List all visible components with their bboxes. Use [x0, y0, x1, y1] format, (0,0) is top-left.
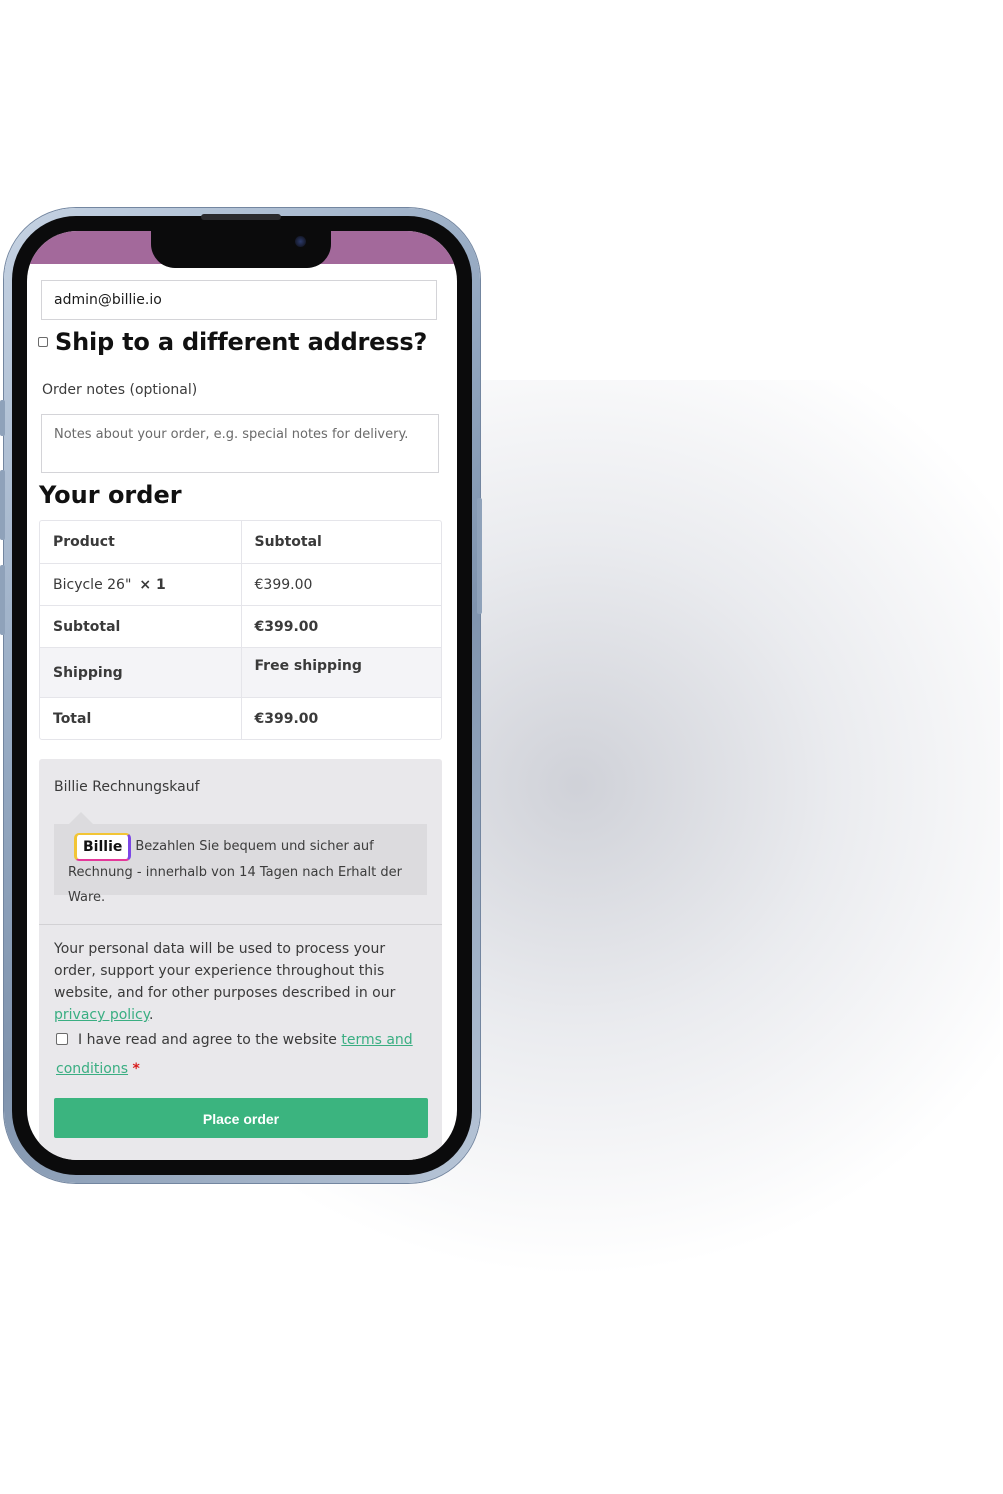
product-cell: Bicycle 26" × 1 — [40, 564, 241, 605]
product-name: Bicycle 26" — [53, 576, 132, 593]
payment-description: Billie Bezahlen Sie bequem und sicher auf… — [54, 824, 427, 905]
privacy-policy-link[interactable]: privacy policy — [54, 1007, 149, 1023]
product-price: €399.00 — [240, 564, 442, 605]
payment-description-pointer — [69, 812, 93, 824]
total-row: Total €399.00 — [40, 698, 441, 739]
speaker-grille — [201, 214, 281, 220]
terms-checkbox[interactable] — [56, 1033, 68, 1045]
shipping-value: Free shipping — [240, 648, 441, 697]
phone-screen: admin@billie.io Ship to a different addr… — [27, 231, 457, 1160]
terms-row: I have read and agree to the website ter… — [56, 1026, 426, 1084]
privacy-text-end: . — [149, 1007, 154, 1023]
billie-logo: Billie — [74, 833, 132, 861]
ship-different-row: Ship to a different address? — [38, 328, 427, 356]
privacy-text: Your personal data will be used to proce… — [54, 941, 396, 1001]
payment-section: Billie Rechnungskauf Billie Bezahlen Sie … — [39, 759, 442, 1160]
shipping-label: Shipping — [40, 648, 241, 697]
total-value: €399.00 — [240, 698, 442, 739]
table-row: Bicycle 26" × 1 €399.00 — [40, 564, 441, 606]
notch — [151, 231, 331, 268]
volume-up-button — [0, 470, 5, 540]
ship-different-checkbox[interactable] — [38, 337, 48, 347]
total-label: Total — [53, 710, 92, 727]
your-order-heading: Your order — [39, 481, 182, 509]
order-notes-textarea[interactable]: Notes about your order, e.g. special not… — [41, 414, 439, 473]
required-marker: * — [132, 1061, 140, 1077]
email-field[interactable]: admin@billie.io — [41, 280, 437, 320]
privacy-notice: Your personal data will be used to proce… — [54, 938, 426, 1026]
terms-text: I have read and agree to the website — [78, 1032, 342, 1048]
subtotal-row: Subtotal €399.00 — [40, 606, 441, 648]
ship-different-label[interactable]: Ship to a different address? — [55, 328, 427, 356]
camera-icon — [295, 236, 306, 247]
table-header-subtotal: Subtotal — [240, 521, 442, 563]
payment-method-label[interactable]: Billie Rechnungskauf — [54, 779, 200, 795]
order-review-table: Product Subtotal Bicycle 26" × 1 €399.00… — [39, 520, 442, 740]
product-quantity: × 1 — [139, 576, 166, 593]
side-button — [0, 400, 5, 436]
divider — [39, 924, 442, 925]
power-button — [477, 498, 482, 614]
table-header-row: Product Subtotal — [40, 521, 441, 564]
order-notes-label: Order notes (optional) — [42, 382, 198, 398]
subtotal-label: Subtotal — [53, 618, 121, 635]
place-order-button[interactable]: Place order — [54, 1098, 428, 1138]
shipping-row: Shipping Free shipping — [40, 648, 441, 698]
table-header-product: Product — [53, 534, 115, 550]
subtotal-value: €399.00 — [240, 606, 442, 647]
volume-down-button — [0, 565, 5, 635]
